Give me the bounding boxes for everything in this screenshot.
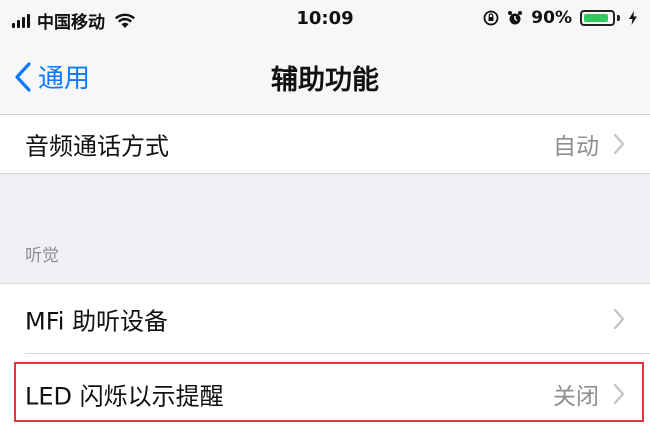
audio-call-routing-label: 音频通话方式 [25, 132, 169, 161]
status-bar-right: 90% [483, 8, 638, 28]
battery-percent: 90% [531, 8, 572, 28]
led-flash-alerts-label: LED 闪烁以示提醒 [25, 382, 224, 410]
audio-call-routing-row[interactable]: 音频通话方式 自动 [0, 115, 650, 174]
battery-level-fill [584, 14, 609, 22]
mfi-hearing-devices-row[interactable]: MFi 助听设备 [0, 283, 650, 354]
charging-bolt-icon [629, 11, 637, 25]
alarm-icon [508, 11, 523, 25]
page-title: 辅助功能 [271, 65, 379, 96]
battery-nub [617, 15, 620, 21]
mfi-hearing-devices-label: MFi 助听设备 [25, 307, 169, 336]
led-flash-alerts-row[interactable]: LED 闪烁以示提醒 关闭 [0, 354, 650, 433]
led-flash-alerts-value: 关闭 [553, 383, 599, 410]
audio-call-routing-value-group: 自动 [553, 127, 625, 161]
orientation-lock-icon [483, 10, 499, 26]
status-bar: 中国移动 10:09 90% [0, 0, 650, 38]
chevron-right-icon [613, 308, 625, 330]
mfi-hearing-devices-value-group [613, 308, 625, 330]
battery-icon [580, 10, 615, 26]
hearing-section-header: 听觉 [25, 246, 59, 266]
chevron-right-icon [613, 133, 625, 155]
audio-call-routing-value: 自动 [553, 134, 599, 160]
navigation-bar: 通用 辅助功能 [0, 38, 650, 115]
chevron-right-icon [613, 383, 625, 404]
led-flash-alerts-value-group: 关闭 [553, 377, 625, 411]
